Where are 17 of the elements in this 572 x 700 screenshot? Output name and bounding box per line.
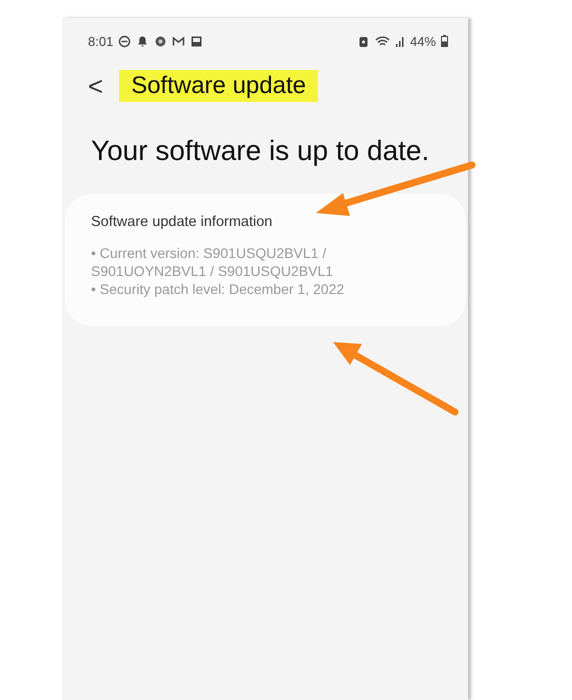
battery-level: 44% [410, 34, 436, 48]
status-time: 8:01 [88, 34, 114, 48]
back-button[interactable]: < [88, 70, 104, 102]
info-item: • Current version: S901USQU2BVL1 / S901UOYN2BVL1 / S901USQU2BVL1 [91, 244, 334, 280]
battery-icon [441, 35, 448, 47]
mail-icon [172, 34, 186, 48]
wifi-icon [374, 34, 390, 48]
bell-icon [136, 34, 150, 48]
signal-icon [394, 35, 405, 47]
app-icon [154, 34, 168, 48]
lock-icon [356, 34, 370, 48]
do-not-disturb-icon [118, 34, 132, 48]
card-title: Software update information [91, 214, 274, 230]
image-icon [190, 34, 204, 48]
status-message: Your software is up to date. [91, 134, 430, 168]
info-item: • Security patch level: December 1, 2022 [91, 280, 346, 298]
page-title: Software update [119, 70, 318, 102]
